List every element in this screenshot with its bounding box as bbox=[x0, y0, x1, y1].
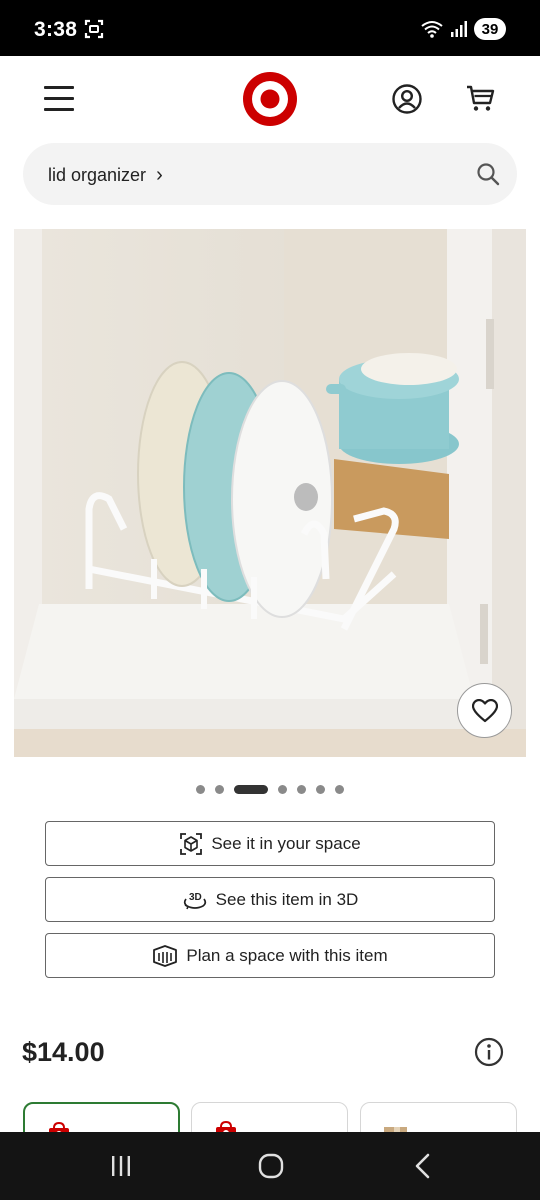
favorite-button[interactable] bbox=[457, 683, 512, 738]
status-icons: 39 bbox=[420, 17, 506, 41]
home-button[interactable] bbox=[251, 1150, 291, 1182]
system-nav-bar bbox=[0, 1132, 540, 1200]
status-bar: 3:38 39 bbox=[0, 0, 540, 56]
account-icon[interactable] bbox=[391, 83, 423, 115]
carousel-dot[interactable] bbox=[234, 784, 268, 794]
recent-apps-icon bbox=[112, 1156, 130, 1176]
signal-icon bbox=[451, 21, 467, 37]
cart-icon[interactable] bbox=[464, 82, 496, 114]
carousel-dot[interactable] bbox=[215, 784, 224, 794]
carousel-dot[interactable] bbox=[335, 784, 344, 794]
room-plan-icon bbox=[153, 944, 178, 967]
screenshot-icon bbox=[84, 19, 104, 39]
wifi-icon bbox=[421, 21, 443, 38]
search-query-text: lid organizer bbox=[48, 165, 147, 185]
ar-cube-icon bbox=[180, 832, 203, 855]
search-query[interactable]: lid organizer › bbox=[48, 164, 163, 187]
image-carousel-dots bbox=[0, 783, 540, 795]
back-button[interactable] bbox=[403, 1150, 443, 1182]
recent-apps-button[interactable] bbox=[101, 1150, 141, 1182]
back-icon bbox=[415, 1153, 430, 1179]
search-bar[interactable]: lid organizer › bbox=[23, 143, 517, 205]
product-image[interactable] bbox=[14, 229, 526, 757]
info-icon[interactable] bbox=[474, 1037, 504, 1067]
lid-organizer-photo bbox=[14, 229, 526, 757]
see-in-your-space-button[interactable]: See it in your space bbox=[45, 821, 495, 866]
plan-a-space-label: Plan a space with this item bbox=[186, 945, 388, 965]
status-time: 3:38 bbox=[34, 18, 78, 41]
chevron-right-icon: › bbox=[156, 164, 163, 186]
see-in-your-space-label: See it in your space bbox=[211, 833, 361, 853]
search-icon[interactable] bbox=[476, 162, 500, 186]
battery-badge: 39 bbox=[474, 18, 506, 40]
svg-text:3D: 3D bbox=[189, 892, 202, 903]
app-header: lid organizer › bbox=[0, 56, 540, 230]
home-icon bbox=[258, 1153, 284, 1179]
see-in-3d-label: See this item in 3D bbox=[215, 889, 359, 909]
target-logo[interactable] bbox=[243, 72, 297, 126]
carousel-dot[interactable] bbox=[316, 784, 325, 794]
rotate-3d-icon: 3D bbox=[183, 892, 206, 909]
carousel-dot[interactable] bbox=[196, 784, 205, 794]
carousel-dot[interactable] bbox=[278, 784, 287, 794]
see-in-3d-button[interactable]: 3D See this item in 3D bbox=[45, 877, 495, 922]
menu-icon[interactable] bbox=[44, 86, 74, 112]
carousel-dot[interactable] bbox=[297, 784, 306, 794]
product-price: $14.00 bbox=[22, 1037, 105, 1067]
plan-a-space-button[interactable]: Plan a space with this item bbox=[45, 933, 495, 978]
heart-icon bbox=[471, 698, 498, 722]
